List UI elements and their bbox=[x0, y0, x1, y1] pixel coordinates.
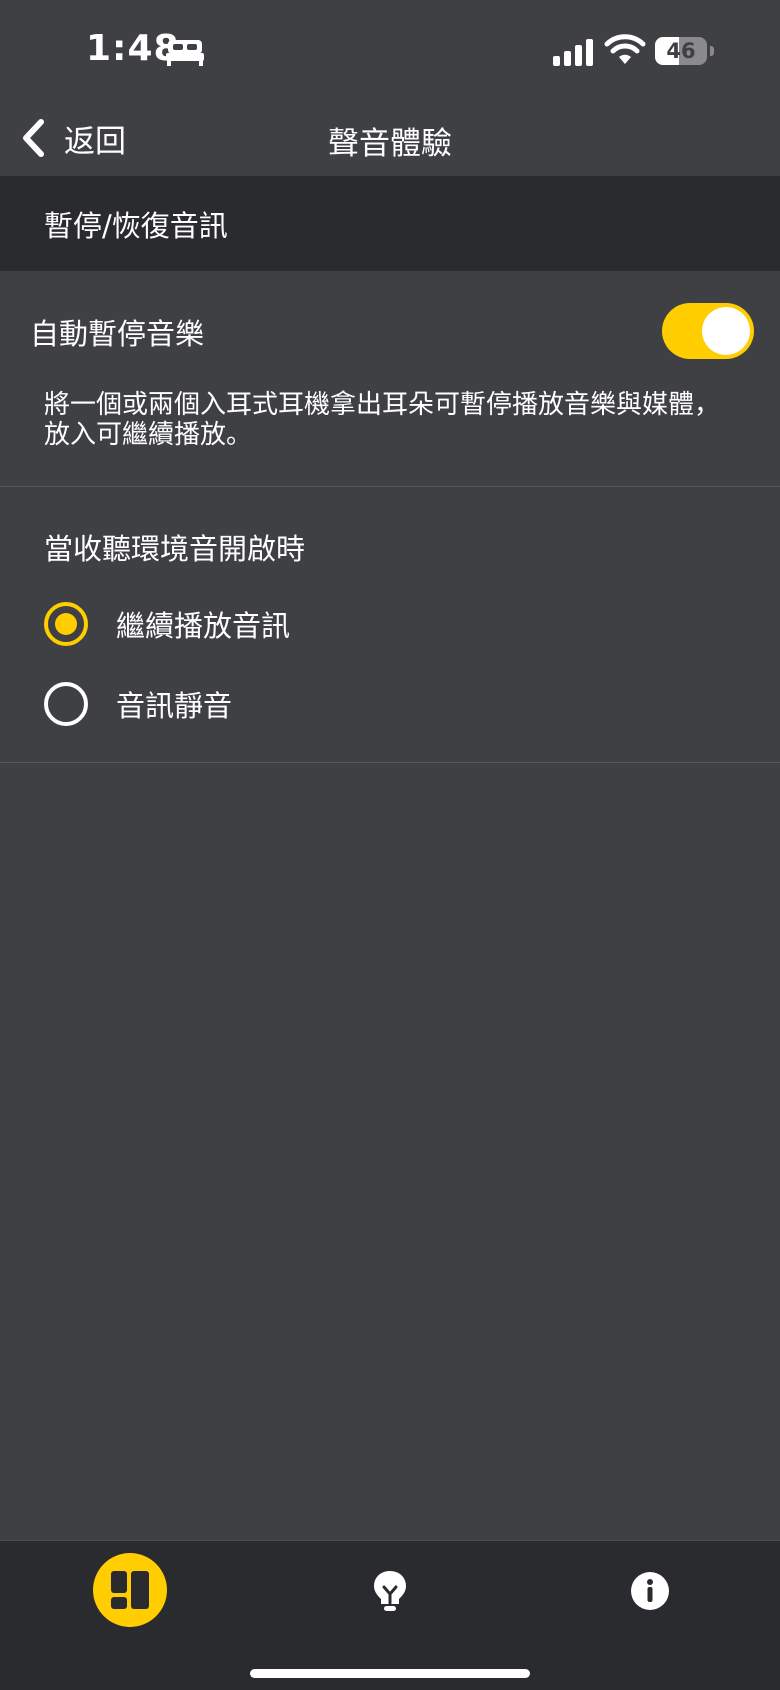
back-button[interactable]: 返回 bbox=[20, 114, 126, 162]
auto-pause-description: 將一個或兩個入耳式耳機拿出耳朵可暫停播放音樂與媒體，放入可繼續播放。 bbox=[44, 390, 721, 450]
screen: 1:48 46 聲音體驗 返回 暫停/恢復音訊 自動暫停音樂 將一個或兩個入耳式… bbox=[0, 0, 780, 1690]
cellular-signal-icon bbox=[553, 39, 593, 66]
radio-dot bbox=[55, 613, 77, 635]
wifi-icon bbox=[604, 34, 646, 64]
chevron-left-icon bbox=[23, 119, 44, 157]
battery-body: 46 bbox=[655, 37, 707, 65]
dashboard-icon bbox=[111, 1571, 149, 1609]
divider bbox=[0, 486, 780, 487]
radio-selected-icon bbox=[44, 602, 88, 646]
status-bar: 1:48 46 bbox=[0, 0, 780, 100]
section-header: 暫停/恢復音訊 bbox=[0, 176, 780, 271]
radio-label: 音訊靜音 bbox=[116, 689, 233, 723]
auto-pause-toggle[interactable] bbox=[662, 303, 754, 359]
tab-dashboard[interactable] bbox=[93, 1553, 167, 1627]
radio-option-mute-audio[interactable]: 音訊靜音 bbox=[44, 676, 744, 732]
toggle-knob bbox=[702, 307, 750, 355]
radio-unselected-icon bbox=[44, 682, 88, 726]
radio-label: 繼續播放音訊 bbox=[116, 609, 291, 643]
tab-info[interactable] bbox=[630, 1571, 670, 1611]
radio-option-continue-audio[interactable]: 繼續播放音訊 bbox=[44, 596, 744, 652]
auto-pause-label: 自動暫停音樂 bbox=[30, 317, 205, 351]
navigation-bar: 聲音體驗 返回 bbox=[0, 100, 780, 176]
section-header-title: 暫停/恢復音訊 bbox=[44, 209, 228, 243]
auto-pause-row: 自動暫停音樂 bbox=[0, 271, 780, 371]
back-label: 返回 bbox=[64, 123, 126, 160]
home-indicator bbox=[250, 1669, 530, 1678]
lightbulb-icon bbox=[374, 1571, 406, 1611]
bed-icon bbox=[166, 40, 204, 66]
battery-indicator: 46 bbox=[655, 37, 714, 65]
tab-bar bbox=[0, 1540, 780, 1690]
battery-cap bbox=[710, 46, 714, 56]
divider bbox=[0, 762, 780, 763]
info-icon bbox=[631, 1572, 669, 1610]
ambient-group-title: 當收聽環境音開啟時 bbox=[44, 532, 306, 566]
battery-level: 46 bbox=[666, 39, 696, 63]
tab-tips[interactable] bbox=[370, 1569, 410, 1613]
